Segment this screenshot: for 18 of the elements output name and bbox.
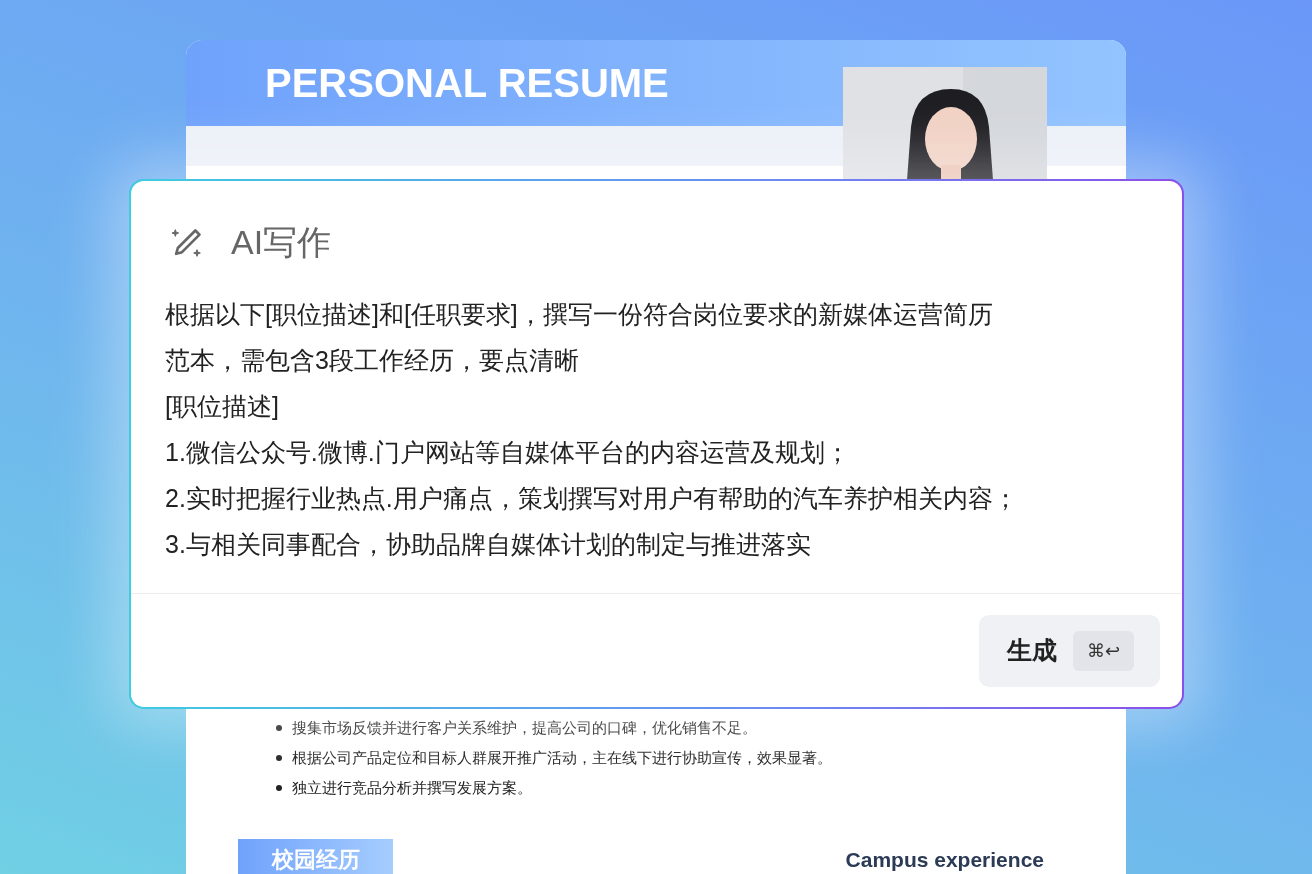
bullet-icon [276, 725, 282, 731]
generate-button[interactable]: 生成 ⌘↩ [978, 614, 1160, 687]
dialog-title: AI写作 [231, 222, 332, 263]
section-title: 校园经历 [238, 839, 393, 874]
prompt-line: [职位描述] [165, 391, 280, 422]
prompt-line: 2.实时把握行业热点.用户痛点，策划撰写对用户有帮助的汽车养护相关内容； [165, 483, 1019, 514]
bullet-text: 独立进行竞品分析并撰写发展方案。 [292, 778, 532, 798]
bullet-icon [276, 785, 282, 791]
shortcut-key: ⌘↩ [1072, 630, 1134, 671]
prompt-line: 3.与相关同事配合，协助品牌自媒体计划的制定与推进落实 [165, 529, 812, 560]
bullet-icon [276, 755, 282, 761]
prompt-line: 根据以下[职位描述]和[任职要求]，撰写一份符合岗位要求的新媒体运营简历 [165, 299, 994, 330]
bullet-text: 根据公司产品定位和目标人群展开推广活动，主在线下进行协助宣传，效果显著。 [292, 748, 832, 768]
bullet-text: 搜集市场反馈并进行客户关系维护，提高公司的口碑，优化销售不足。 [292, 718, 757, 738]
prompt-line: 范本，需包含3段工作经历，要点清晰 [165, 345, 580, 376]
prompt-line: 1.微信公众号.微博.门户网站等自媒体平台的内容运营及规划； [165, 437, 851, 468]
section-subtitle: Campus experience [845, 848, 1044, 872]
resume-title: PERSONAL RESUME [265, 60, 669, 106]
